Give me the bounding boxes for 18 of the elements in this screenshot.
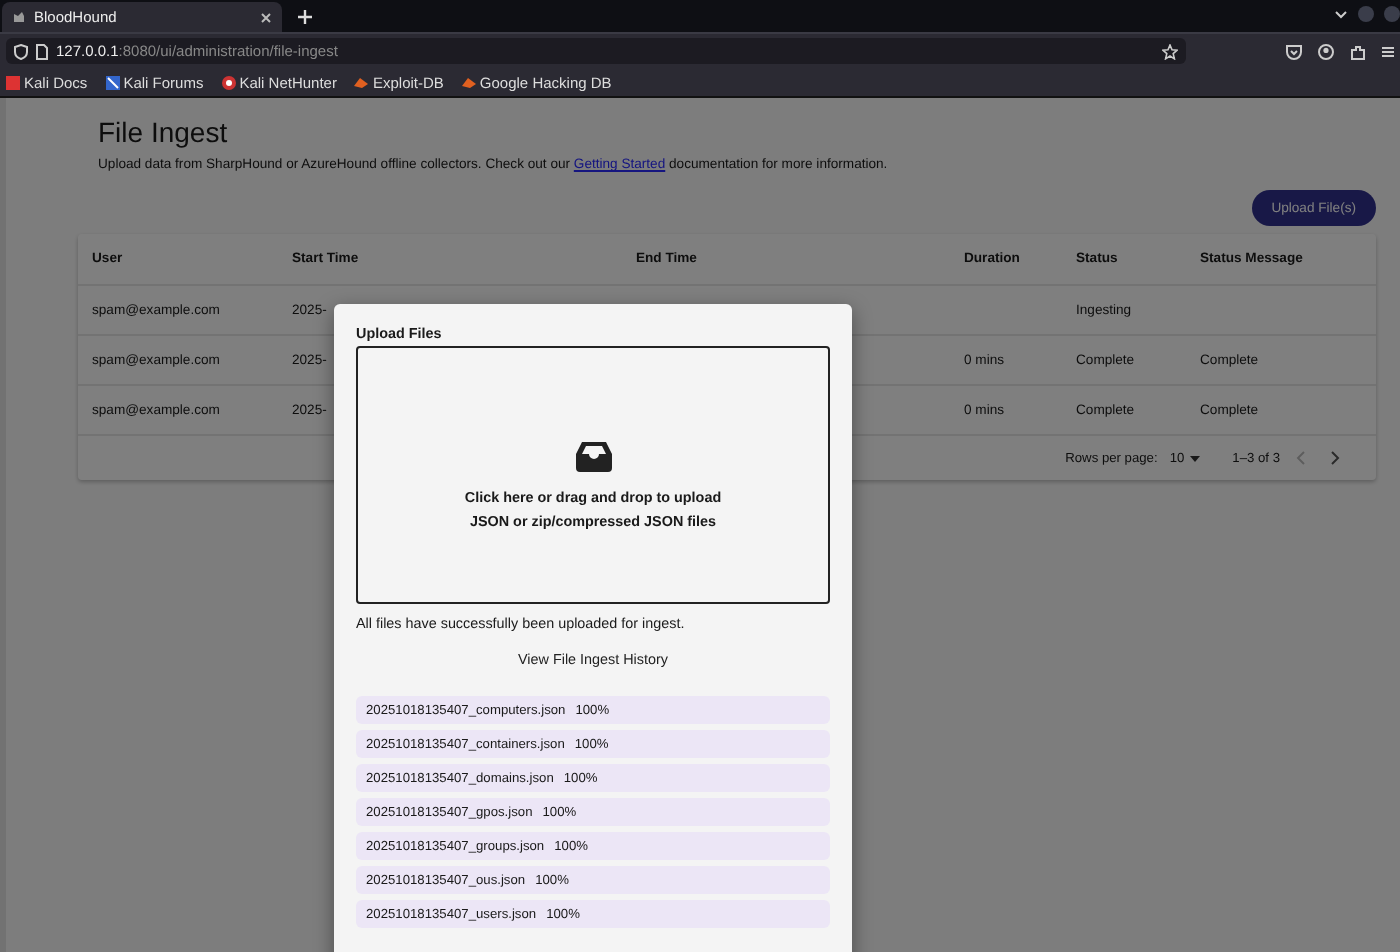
chevron-down-icon[interactable] [1334,9,1348,19]
bookmark-icon [461,75,476,89]
page-title: File Ingest [98,114,230,150]
account-icon[interactable] [1318,43,1334,59]
bookmark-icon [105,75,120,89]
inbox-tray-icon [575,442,611,472]
caret-icon [1190,455,1201,461]
page-icon [36,43,48,59]
bookmark-icon [6,75,20,89]
pocket-icon[interactable] [1286,43,1302,59]
new-tab-icon[interactable] [298,10,312,24]
menu-icon[interactable] [1382,43,1394,59]
bookmark-icon [354,75,369,89]
extension-icon[interactable] [1350,43,1366,59]
close-icon[interactable] [260,11,272,23]
star-icon[interactable] [1162,43,1178,59]
bookmark-icon [221,75,236,89]
shield-icon [14,43,28,59]
